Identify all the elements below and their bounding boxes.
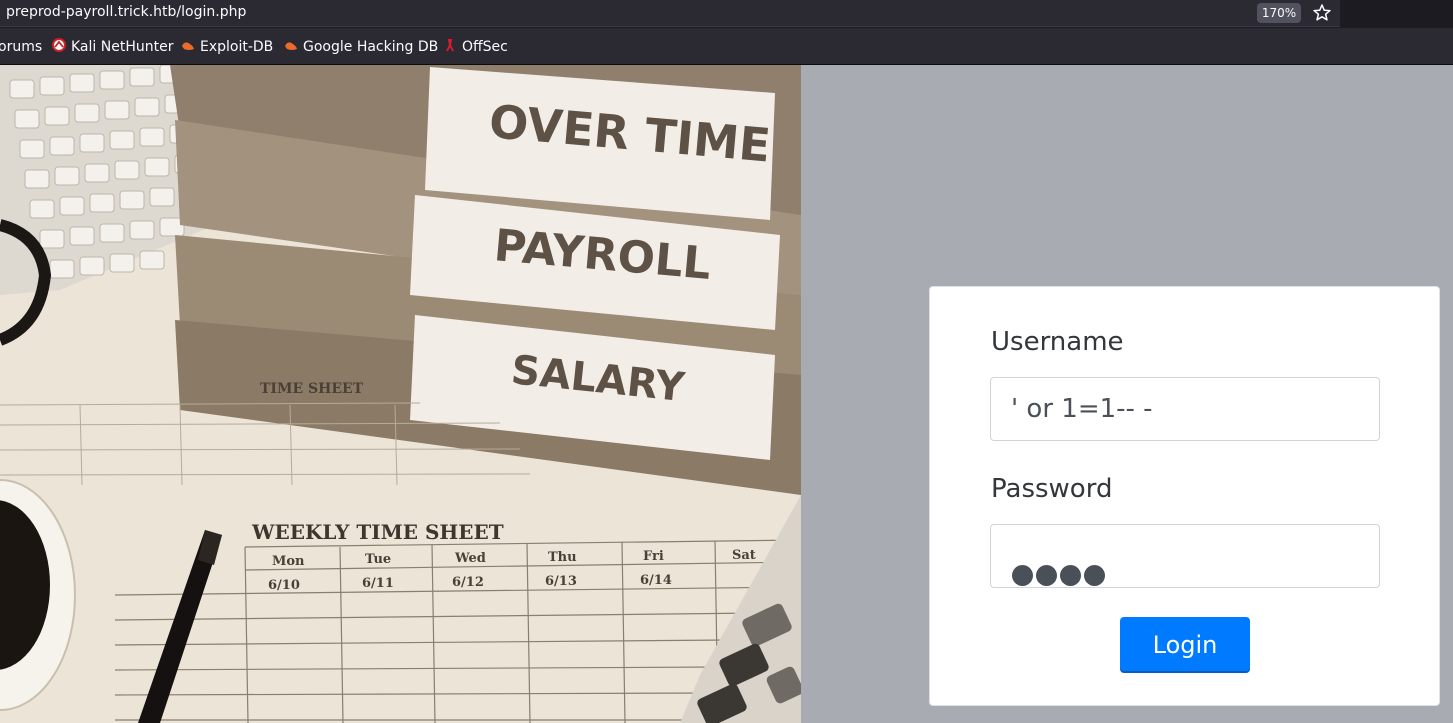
bookmark-exploit-db[interactable]: Exploit-DB	[181, 28, 273, 64]
bookmark-google-hacking-db[interactable]: Google Hacking DB	[284, 28, 438, 64]
payroll-hero-image: OVER TIME PAYROLL SALARY TIME SHEET WEEK	[0, 65, 801, 723]
password-mask-dot	[1036, 565, 1057, 586]
bookmark-forums[interactable]: orums	[0, 28, 42, 64]
weekday-thu: Thu	[548, 550, 577, 565]
ghdb-icon	[285, 42, 297, 50]
bookmark-label: Kali NetHunter	[71, 39, 174, 55]
bookmarks-toolbar: orums Kali NetHunter Exploit-DB Google H…	[0, 28, 1453, 65]
date-6-11: 6/11	[362, 576, 394, 591]
url-text[interactable]: preprod-payroll.trick.htb/login.php	[6, 4, 246, 20]
offsec-icon	[446, 39, 454, 51]
bookmark-label: OffSec	[462, 39, 508, 55]
bookmark-label: orums	[0, 39, 43, 55]
weekday-mon: Mon	[272, 554, 305, 569]
username-label: Username	[991, 327, 1124, 357]
password-input[interactable]	[990, 524, 1380, 588]
username-input[interactable]: ' or 1=1-- -	[990, 377, 1380, 441]
weekday-tue: Tue	[365, 552, 391, 567]
password-mask-dot	[1060, 565, 1081, 586]
login-card: Username ' or 1=1-- - Password Login	[929, 286, 1440, 706]
password-mask-dot	[1012, 565, 1033, 586]
date-6-12: 6/12	[452, 575, 484, 590]
date-6-13: 6/13	[545, 574, 577, 589]
payroll-photo-illustration: OVER TIME PAYROLL SALARY TIME SHEET WEEK	[0, 65, 801, 723]
kali-nethunter-icon	[52, 38, 66, 52]
weekly-sheet-title: WEEKLY TIME SHEET	[251, 520, 504, 544]
bookmark-kali-nethunter[interactable]: Kali NetHunter	[52, 28, 173, 64]
login-button[interactable]: Login	[1120, 617, 1250, 671]
weekday-sat: Sat	[732, 548, 756, 563]
date-6-10: 6/10	[268, 578, 300, 593]
bookmark-star-icon[interactable]	[1312, 3, 1332, 23]
time-sheet-title: TIME SHEET	[260, 381, 364, 397]
password-mask-dot	[1084, 565, 1105, 586]
bookmark-offsec[interactable]: OffSec	[443, 28, 508, 64]
weekday-wed: Wed	[454, 551, 486, 566]
zoom-indicator[interactable]: 170%	[1257, 3, 1301, 23]
exploit-db-icon	[182, 42, 194, 50]
address-bar[interactable]: preprod-payroll.trick.htb/login.php 170%	[0, 0, 1340, 27]
weekday-fri: Fri	[643, 549, 664, 564]
date-6-14: 6/14	[640, 573, 672, 588]
password-label: Password	[991, 474, 1113, 504]
bookmark-label: Google Hacking DB	[303, 39, 439, 55]
bookmark-label: Exploit-DB	[200, 39, 274, 55]
password-mask	[1012, 547, 1108, 609]
browser-toolbar: preprod-payroll.trick.htb/login.php 170%	[0, 0, 1453, 28]
